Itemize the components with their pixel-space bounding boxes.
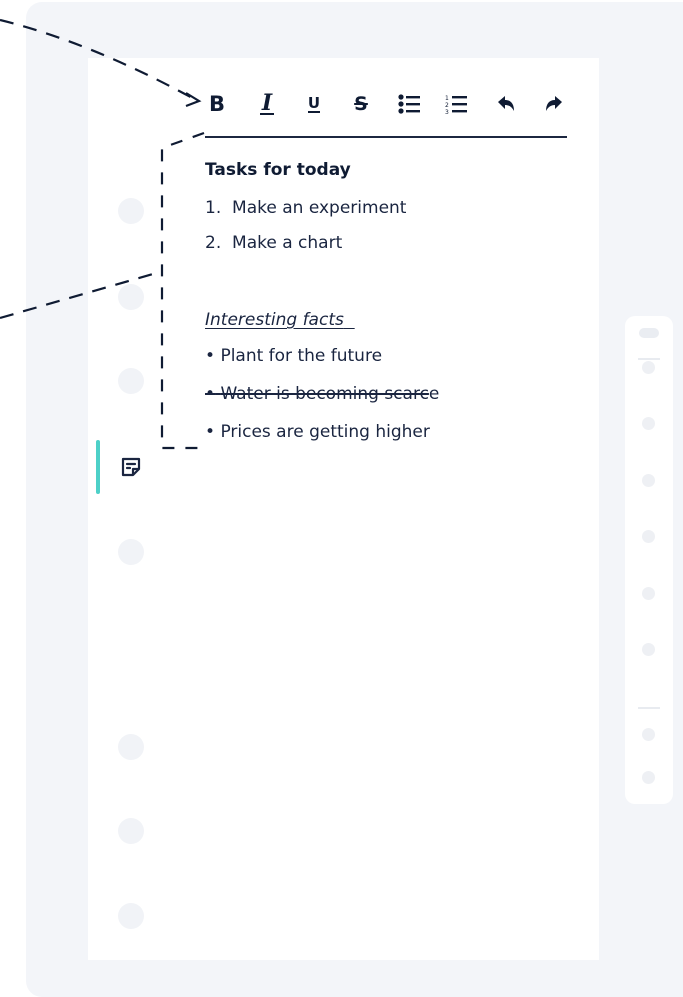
annotation-arrowhead <box>185 92 202 108</box>
annotation-arrow-to-toolbar <box>0 18 197 101</box>
annotation-overlay <box>0 18 205 450</box>
annotation-line-to-content <box>0 270 161 320</box>
selection-bracket <box>160 131 205 450</box>
